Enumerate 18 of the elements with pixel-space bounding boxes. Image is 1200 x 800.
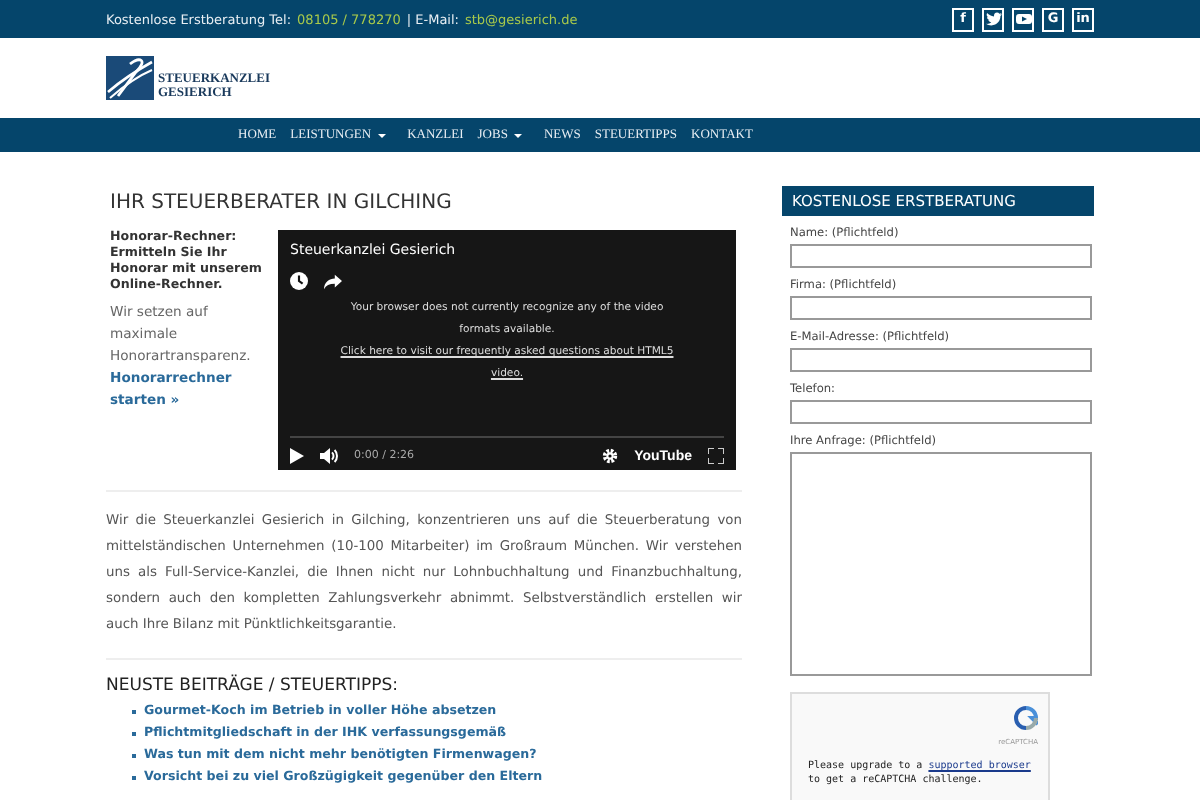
play-icon[interactable] bbox=[290, 448, 304, 464]
video-icon[interactable] bbox=[1012, 7, 1034, 31]
input-field[interactable] bbox=[790, 348, 1092, 372]
logo-icon bbox=[106, 56, 154, 100]
settings-icon[interactable] bbox=[602, 448, 619, 464]
input-field[interactable] bbox=[790, 244, 1092, 268]
twitter-icon[interactable] bbox=[982, 7, 1004, 31]
caret-icon bbox=[377, 133, 386, 137]
share-icon[interactable] bbox=[324, 272, 342, 290]
input-field[interactable] bbox=[790, 400, 1092, 424]
caret-icon bbox=[513, 133, 522, 137]
clock-icon[interactable] bbox=[290, 272, 308, 290]
posts-heading: NEUSTE BEITRÄGE / STEUERTIPPS: bbox=[106, 676, 401, 696]
page-heading: IHR STEUERBERATER IN GILCHING bbox=[110, 192, 454, 214]
volume-icon[interactable] bbox=[320, 448, 338, 464]
input-field[interactable] bbox=[790, 296, 1092, 320]
fullscreen-icon[interactable] bbox=[708, 448, 724, 464]
message-field[interactable] bbox=[790, 452, 1092, 676]
